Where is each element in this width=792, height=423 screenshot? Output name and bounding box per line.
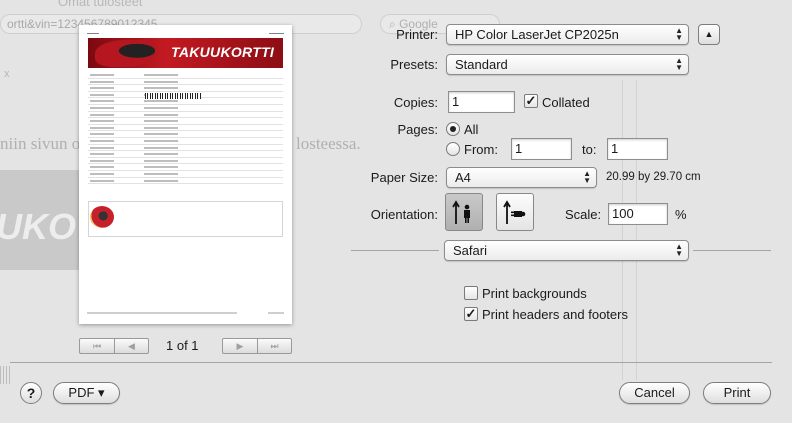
- collated-label: Collated: [542, 95, 590, 110]
- copies-field[interactable]: 1: [448, 91, 515, 113]
- preview-row: [88, 158, 283, 165]
- background-divider: [636, 80, 637, 380]
- copies-label: Copies:: [393, 95, 438, 110]
- paper-size-popup[interactable]: A4 ▲ ▼: [446, 167, 597, 188]
- pages-all-label: All: [464, 122, 479, 137]
- preview-row: [88, 151, 283, 158]
- portrait-icon: [452, 200, 470, 224]
- preview-header-right: ▬▬▬▬▬: [269, 31, 284, 35]
- presets-popup[interactable]: Standard ▲ ▼: [446, 54, 689, 75]
- print-preview-page: ▬▬▬▬ ▬▬▬▬▬ TAKUUKORTTI: [79, 25, 292, 324]
- section-value: Safari: [453, 243, 487, 258]
- preview-header-left: ▬▬▬▬: [87, 31, 99, 35]
- landscape-orientation-button[interactable]: [496, 193, 534, 231]
- last-page-icon[interactable]: ⏭: [257, 339, 291, 353]
- pages-from-radio[interactable]: [446, 142, 460, 156]
- preview-row: [88, 79, 283, 86]
- portrait-orientation-button[interactable]: [445, 193, 483, 231]
- collated-checkbox[interactable]: ✓: [524, 94, 538, 108]
- popup-arrows-icon: ▲ ▼: [675, 26, 683, 42]
- page-nav-back-group: ⏮ ◀: [79, 338, 149, 354]
- pages-from-field[interactable]: 1: [511, 138, 572, 160]
- preview-row: [88, 178, 283, 185]
- preview-row: [88, 72, 283, 79]
- preview-row: [88, 98, 283, 105]
- pages-from-label: From:: [464, 142, 498, 157]
- paper-dimensions: 20.99 by 29.70 cm: [606, 171, 701, 183]
- pages-to-field[interactable]: 1: [607, 138, 668, 160]
- preview-mascot-image: [90, 206, 114, 228]
- preview-row: [88, 105, 283, 112]
- printer-label: Printer:: [396, 27, 438, 42]
- background-text-left: niin sivun o: [0, 134, 81, 153]
- popup-arrows-icon: ▲ ▼: [675, 242, 683, 258]
- pages-all-radio[interactable]: [446, 122, 460, 136]
- orientation-label: Orientation:: [370, 207, 438, 222]
- preview-footer-right: [268, 312, 284, 314]
- print-headers-checkbox[interactable]: ✓: [464, 307, 478, 321]
- print-button[interactable]: Print: [703, 382, 771, 404]
- preview-row: [88, 131, 283, 138]
- help-button[interactable]: ?: [20, 382, 42, 404]
- background-divider: [622, 80, 623, 380]
- landscape-icon: [503, 200, 526, 224]
- background-title: Omat tulosteet: [58, 0, 143, 9]
- preview-row: [88, 85, 283, 92]
- previous-page-icon[interactable]: ◀: [114, 339, 148, 353]
- preview-data-rows: [88, 72, 283, 185]
- section-divider-left: [351, 250, 439, 251]
- preview-barcode: [145, 93, 201, 99]
- scale-unit: %: [675, 207, 687, 222]
- footer-divider: [10, 362, 772, 363]
- preview-bird-logo: [95, 40, 155, 67]
- presets-label: Presets:: [390, 57, 438, 72]
- preview-banner-title: TAKUUKORTTI: [171, 44, 275, 60]
- preview-row: [88, 112, 283, 119]
- page-nav-forward-group: ▶ ⏭: [222, 338, 292, 354]
- section-divider-right: [693, 250, 771, 251]
- scale-label: Scale:: [565, 207, 602, 222]
- preview-row: [88, 118, 283, 125]
- preview-row: [88, 138, 283, 145]
- section-popup[interactable]: Safari ▲ ▼: [444, 240, 689, 261]
- preview-row: [88, 145, 283, 152]
- presets-value: Standard: [455, 57, 508, 72]
- paper-size-value: A4: [455, 170, 471, 185]
- page-count: 1 of 1: [166, 338, 199, 353]
- printer-popup[interactable]: HP Color LaserJet CP2025n ▲ ▼: [446, 24, 689, 45]
- disclosure-button[interactable]: ▲: [698, 24, 720, 45]
- background-text-right: losteessa.: [296, 134, 361, 153]
- background-banner-text: UKO: [0, 206, 76, 247]
- pages-label: Pages:: [397, 122, 438, 137]
- print-backgrounds-label: Print backgrounds: [482, 286, 587, 301]
- preview-footer-left: [87, 312, 237, 314]
- popup-arrows-icon: ▲ ▼: [583, 169, 591, 185]
- pages-to-label: to:: [582, 142, 597, 157]
- popup-arrows-icon: ▲ ▼: [675, 56, 683, 72]
- print-headers-label: Print headers and footers: [482, 307, 628, 322]
- printer-value: HP Color LaserJet CP2025n: [455, 27, 619, 42]
- preview-image-box: [88, 201, 283, 237]
- background-close-icon: x: [4, 68, 10, 80]
- background-barcode: [0, 366, 12, 384]
- print-backgrounds-checkbox[interactable]: [464, 286, 478, 300]
- paper-size-label: Paper Size:: [370, 170, 438, 185]
- first-page-icon[interactable]: ⏮: [80, 339, 114, 353]
- next-page-icon[interactable]: ▶: [223, 339, 257, 353]
- preview-row: [88, 171, 283, 178]
- cancel-button[interactable]: Cancel: [619, 382, 690, 404]
- scale-field[interactable]: 100: [608, 203, 668, 225]
- preview-row: [88, 164, 283, 171]
- pdf-button[interactable]: PDF ▾: [53, 382, 120, 404]
- preview-row: [88, 125, 283, 132]
